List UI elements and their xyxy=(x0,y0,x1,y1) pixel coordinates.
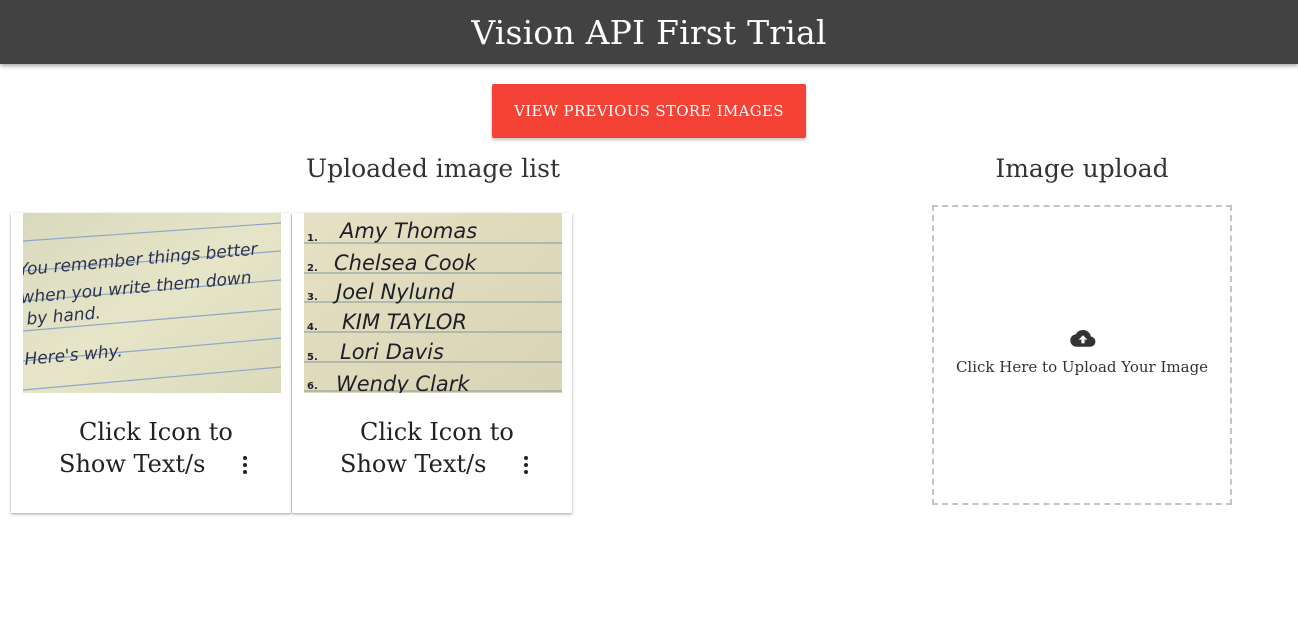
dot xyxy=(243,463,247,467)
handwriting-note-graphic: You remember things better when you writ… xyxy=(23,213,281,393)
dot xyxy=(524,463,528,467)
handwritten-name-list-image: 1. 2. 3. 4. 5. 6. Amy Thomas Chelsea Coo… xyxy=(304,213,562,393)
caption-line-2: Show Text/s xyxy=(59,450,206,478)
caption-line-2: Show Text/s xyxy=(340,450,487,478)
list-name-1: Amy Thomas xyxy=(338,219,477,243)
list-name-5: Lori Davis xyxy=(340,340,444,364)
upload-dropzone[interactable]: Click Here to Upload Your Image xyxy=(932,205,1232,505)
handwriting-note-image: You remember things better when you writ… xyxy=(23,213,281,393)
card-caption: Click Icon to Show Text/s xyxy=(322,416,542,480)
caption-line-1: Click Icon to xyxy=(79,418,233,446)
image-card: You remember things better when you writ… xyxy=(11,213,291,513)
more-vert-icon[interactable] xyxy=(518,453,534,477)
dot xyxy=(524,470,528,474)
view-previous-images-button[interactable]: VIEW PREVIOUS STORE IMAGES xyxy=(492,84,806,138)
list-number-4: 4. xyxy=(307,322,318,333)
list-name-2: Chelsea Cook xyxy=(334,251,477,275)
name-list-graphic: 1. 2. 3. 4. 5. 6. Amy Thomas Chelsea Coo… xyxy=(304,213,562,393)
list-name-3: Joel Nylund xyxy=(332,280,455,304)
list-number-1: 1. xyxy=(307,233,318,244)
uploaded-list-heading: Uploaded image list xyxy=(306,154,560,183)
dot xyxy=(243,470,247,474)
list-number-3: 3. xyxy=(307,292,318,303)
image-upload-heading: Image upload xyxy=(995,154,1169,183)
caption-line-1: Click Icon to xyxy=(360,418,514,446)
list-number-2: 2. xyxy=(307,263,318,274)
cloud-upload-icon xyxy=(1070,330,1096,347)
dot xyxy=(243,456,247,460)
list-number-6: 6. xyxy=(307,381,318,392)
image-card: 1. 2. 3. 4. 5. 6. Amy Thomas Chelsea Coo… xyxy=(292,213,572,513)
list-number-5: 5. xyxy=(307,352,318,363)
upload-prompt: Click Here to Upload Your Image xyxy=(955,358,1209,376)
card-caption: Click Icon to Show Text/s xyxy=(41,416,261,480)
more-vert-icon[interactable] xyxy=(237,453,253,477)
dot xyxy=(524,456,528,460)
app-title: Vision API First Trial xyxy=(471,12,827,52)
app-bar: Vision API First Trial xyxy=(0,0,1298,64)
list-name-4: KIM TAYLOR xyxy=(342,310,467,334)
list-name-6: Wendy Clark xyxy=(336,372,470,393)
